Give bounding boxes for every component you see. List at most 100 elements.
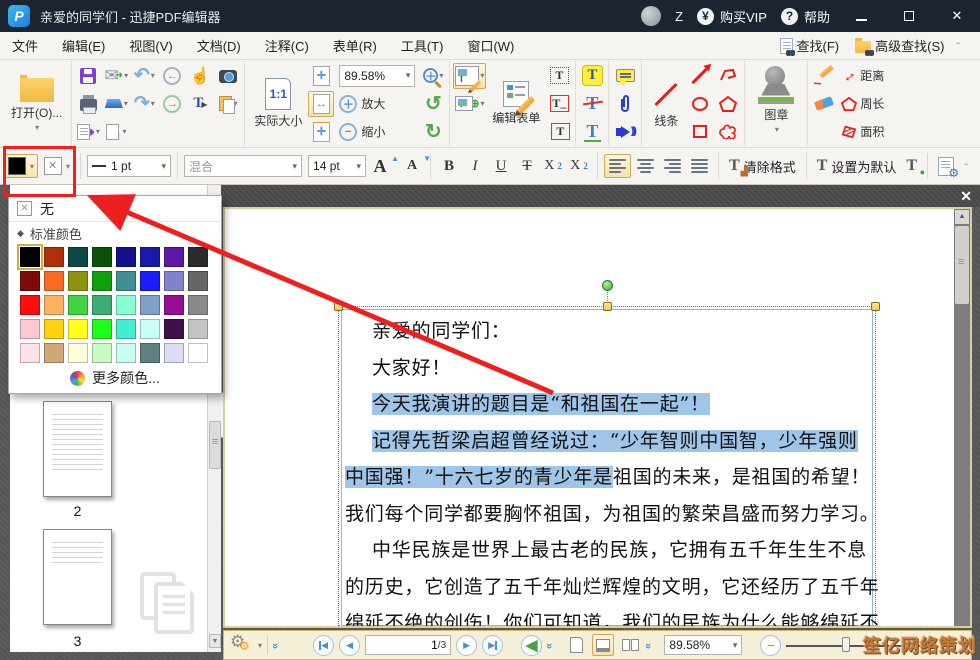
align-justify-button[interactable] bbox=[687, 155, 712, 177]
color-swatch[interactable] bbox=[20, 271, 40, 291]
color-swatch[interactable] bbox=[20, 295, 40, 315]
fit-width-button[interactable]: ↔ bbox=[308, 90, 335, 117]
stamp-button[interactable]: 图章 ▾ bbox=[748, 65, 804, 136]
edit-content-button[interactable]: ▾ bbox=[453, 62, 487, 92]
rectangle-tool-button[interactable] bbox=[687, 119, 713, 145]
color-swatch[interactable] bbox=[17, 244, 43, 270]
resize-handle-top-right[interactable] bbox=[871, 302, 880, 311]
snapshot-button[interactable] bbox=[215, 63, 241, 89]
help-button[interactable]: ? 帮助 bbox=[780, 7, 830, 26]
zoom-level-combo[interactable]: 89.58% ▾ bbox=[339, 64, 416, 87]
rotate-right-button[interactable]: ↻ bbox=[420, 119, 446, 145]
polyline-tool-button[interactable] bbox=[715, 63, 741, 89]
line-tool-button[interactable]: 线条 bbox=[645, 76, 687, 131]
selected-text-box[interactable]: 亲爱的同学们： 大家好！ 今天我演讲的题目是“和祖国在一起”！ 记得先哲梁启超曾经说过… bbox=[334, 280, 880, 626]
sidebar-scrollbar-thumb[interactable] bbox=[209, 421, 221, 469]
color-swatch[interactable] bbox=[92, 247, 112, 267]
hand-tool-button[interactable]: ☝ bbox=[187, 63, 213, 89]
audio-comment-button[interactable]: ))) bbox=[612, 119, 638, 145]
add-content-button[interactable]: ⊕▾ bbox=[453, 91, 486, 117]
resize-handle-top-center[interactable] bbox=[603, 302, 612, 311]
page-canvas[interactable]: 亲爱的同学们： 大家好！ 今天我演讲的题目是“和祖国在一起”！ 记得先哲梁启超曾经说过… bbox=[225, 209, 954, 626]
decrease-font-button[interactable]: A ▼ bbox=[400, 154, 431, 178]
color-swatch[interactable] bbox=[68, 319, 88, 339]
document-scrollbar[interactable]: ▲ bbox=[954, 209, 970, 626]
color-swatch[interactable] bbox=[68, 343, 88, 363]
strikethrough-button[interactable]: T bbox=[515, 154, 539, 178]
text-box-button[interactable]: T_ bbox=[546, 91, 572, 117]
resize-handle-top-left[interactable] bbox=[334, 302, 343, 311]
zoom-in-button[interactable]: ＋ 放大 bbox=[338, 91, 416, 117]
paste-button[interactable]: ▾ bbox=[215, 91, 241, 117]
buy-vip-button[interactable]: ¥ 购买VIP bbox=[697, 7, 767, 26]
document-scrollbar-thumb[interactable] bbox=[955, 226, 969, 304]
previous-page-button[interactable]: ◀ bbox=[339, 634, 361, 656]
menu-item[interactable]: 工具(T) bbox=[389, 31, 456, 60]
two-page-view-button[interactable] bbox=[619, 634, 641, 656]
page-view-expand-icon[interactable]: » bbox=[642, 643, 654, 647]
close-button[interactable]: ✕ bbox=[940, 3, 974, 29]
color-swatch[interactable] bbox=[92, 319, 112, 339]
italic-button[interactable]: I bbox=[463, 154, 487, 178]
text-callout-button[interactable]: ↓ T bbox=[546, 119, 572, 145]
page-number-input[interactable] bbox=[387, 638, 438, 652]
collapse-menubar-icon[interactable]: ⌃ bbox=[954, 41, 962, 50]
color-swatch[interactable] bbox=[188, 343, 208, 363]
fit-width-view-button[interactable] bbox=[592, 634, 615, 656]
highlight-text-button[interactable]: T bbox=[579, 63, 605, 89]
page-thumbnail[interactable] bbox=[43, 401, 112, 497]
menu-item[interactable]: 编辑(E) bbox=[50, 31, 117, 60]
color-swatch[interactable] bbox=[116, 319, 136, 339]
menu-item[interactable]: 文件 bbox=[0, 31, 50, 60]
actual-size-button[interactable]: 1:1 实际大小 bbox=[248, 76, 308, 131]
color-swatch[interactable] bbox=[44, 343, 64, 363]
color-swatch[interactable] bbox=[140, 295, 160, 315]
apply-default-button[interactable]: T ● bbox=[902, 157, 925, 177]
color-swatch[interactable] bbox=[188, 271, 208, 291]
rotate-handle[interactable] bbox=[602, 280, 613, 291]
color-swatch[interactable] bbox=[140, 319, 160, 339]
color-swatch[interactable] bbox=[44, 295, 64, 315]
previous-view-button[interactable]: ← bbox=[159, 63, 185, 89]
color-swatch[interactable] bbox=[68, 271, 88, 291]
align-right-button[interactable] bbox=[660, 155, 685, 177]
scan-button[interactable]: ▾ bbox=[103, 91, 129, 117]
align-left-button[interactable] bbox=[604, 154, 632, 178]
fit-page-button[interactable]: ✛ bbox=[308, 63, 334, 89]
color-swatch[interactable] bbox=[92, 295, 112, 315]
color-swatch[interactable] bbox=[92, 343, 112, 363]
zoom-slider-knob[interactable] bbox=[842, 637, 851, 652]
color-swatch[interactable] bbox=[68, 295, 88, 315]
color-swatch[interactable] bbox=[116, 343, 136, 363]
zoom-slider[interactable] bbox=[786, 635, 937, 655]
previous-view-nav-button[interactable]: ◀ bbox=[521, 634, 543, 656]
cloud-tool-button[interactable] bbox=[715, 119, 741, 145]
color-swatch[interactable] bbox=[140, 343, 160, 363]
menu-item[interactable]: 注释(C) bbox=[253, 31, 321, 60]
redo-button[interactable]: ↷ ▾ bbox=[131, 91, 157, 117]
color-swatch[interactable] bbox=[164, 295, 184, 315]
new-document-button[interactable]: ✳▾ bbox=[103, 119, 129, 145]
color-swatch[interactable] bbox=[188, 295, 208, 315]
last-page-button[interactable]: ▶ bbox=[482, 634, 504, 656]
pencil-tool-button[interactable] bbox=[811, 63, 837, 91]
area-tool-button[interactable]: 面积 bbox=[841, 118, 884, 146]
arrow-tool-button[interactable] bbox=[687, 63, 713, 89]
fill-color-button[interactable]: ▾ bbox=[4, 154, 39, 178]
select-text-button[interactable]: T ▸ bbox=[187, 91, 213, 117]
note-comment-button[interactable] bbox=[612, 63, 638, 89]
color-swatch[interactable] bbox=[164, 319, 184, 339]
menu-item[interactable]: 文档(D) bbox=[185, 31, 253, 60]
save-button[interactable] bbox=[75, 63, 101, 89]
status-settings-icon[interactable] bbox=[230, 632, 252, 655]
color-swatch[interactable] bbox=[164, 247, 184, 267]
menu-item[interactable]: 视图(V) bbox=[117, 31, 184, 60]
align-center-button[interactable] bbox=[633, 155, 658, 177]
close-document-icon[interactable]: ✕ bbox=[960, 188, 972, 205]
document-text[interactable]: 亲爱的同学们： 大家好！ 今天我演讲的题目是“和祖国在一起”！ 记得先哲梁启超曾经说过… bbox=[345, 313, 879, 626]
color-none-option[interactable]: ✕ 无 bbox=[9, 196, 221, 222]
menu-item[interactable]: 窗口(W) bbox=[455, 31, 526, 60]
color-swatch[interactable] bbox=[20, 319, 40, 339]
status-zoom-combo[interactable]: 89.58% ▾ bbox=[664, 635, 743, 655]
color-swatch[interactable] bbox=[164, 271, 184, 291]
